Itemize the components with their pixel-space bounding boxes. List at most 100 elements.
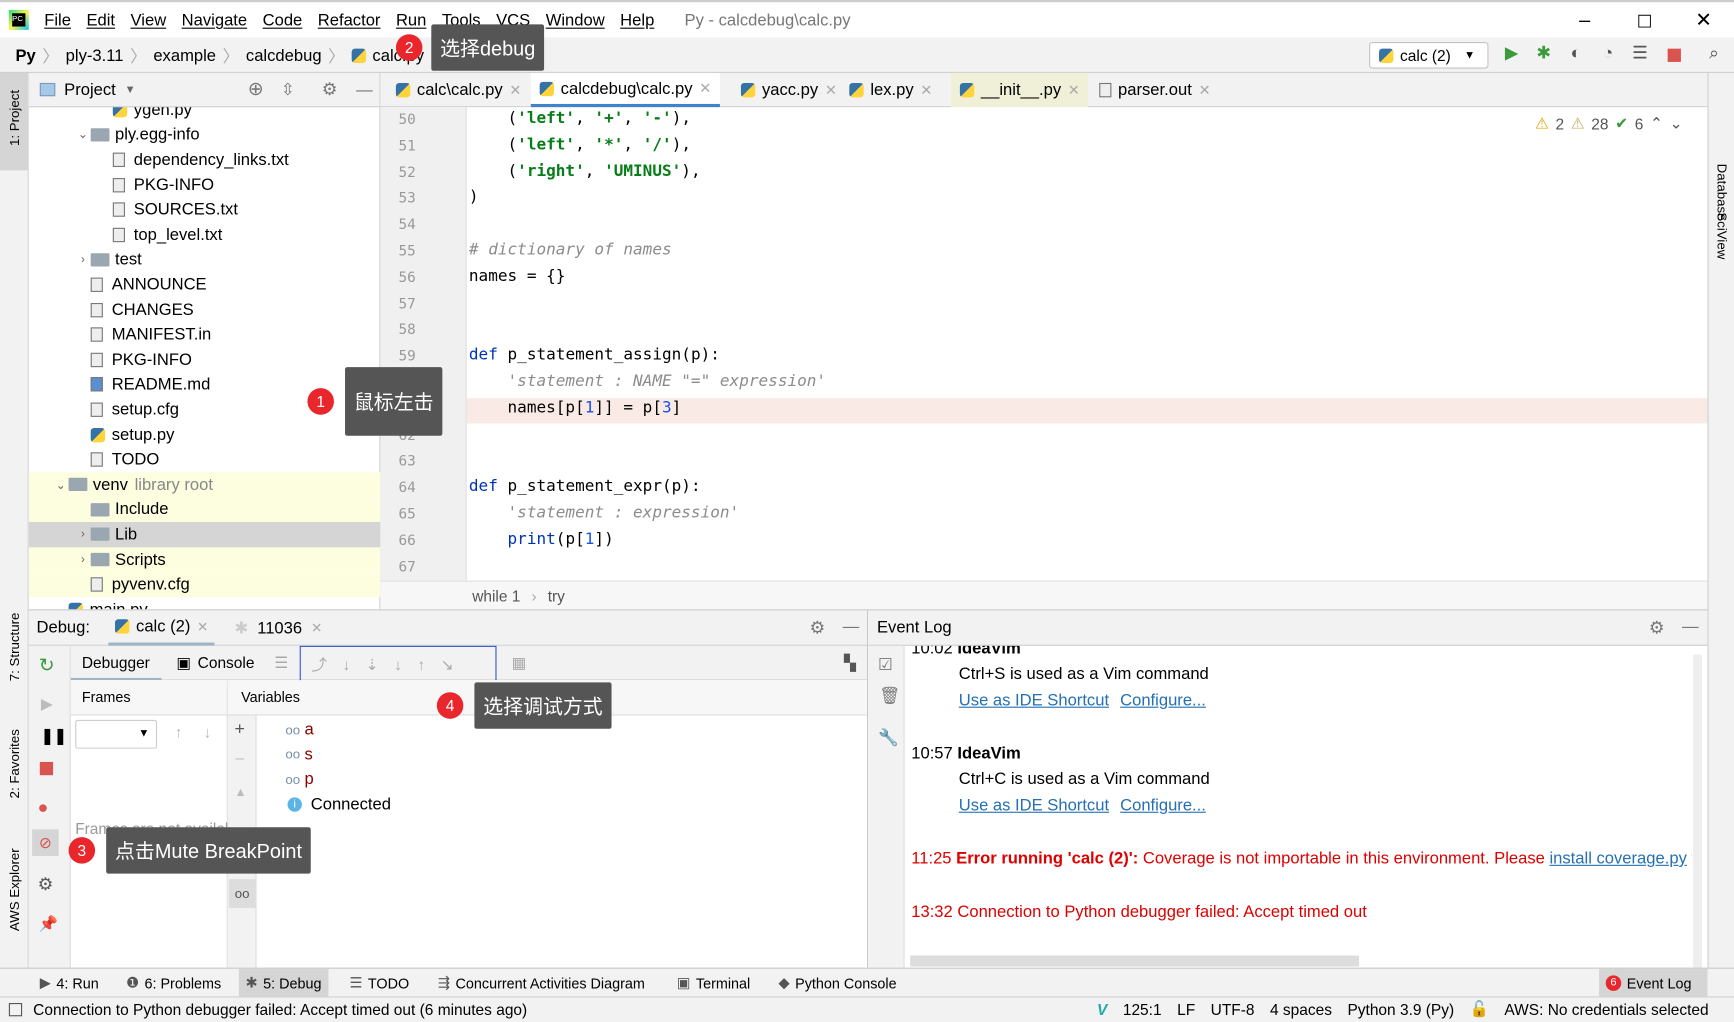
menu-window[interactable]: Window — [546, 11, 605, 30]
sciview-tool-label[interactable]: SciView — [1714, 212, 1729, 259]
code-line[interactable]: names[p[1]] = p[3] — [469, 399, 681, 417]
configure-link[interactable]: Configure... — [1120, 796, 1206, 815]
pin-icon[interactable]: 📌 — [39, 915, 58, 934]
configure-link[interactable]: Configure... — [1120, 691, 1206, 710]
add-watch-icon[interactable]: + — [234, 720, 244, 740]
menu-help[interactable]: Help — [620, 11, 654, 30]
tree-item[interactable]: ANNOUNCE — [29, 272, 381, 297]
variable-item[interactable]: oo a — [285, 720, 313, 739]
horizontal-scrollbar[interactable] — [910, 955, 1360, 967]
close-icon[interactable]: ✕ — [197, 619, 208, 634]
tree-item[interactable]: main.py — [29, 597, 381, 610]
remove-watch-icon[interactable]: – — [236, 749, 245, 767]
trash-icon[interactable]: 🗑 — [879, 686, 900, 706]
menu-icon[interactable]: ☰ — [274, 653, 288, 672]
tree-item[interactable]: dependency_links.txt — [29, 147, 381, 172]
hide-icon[interactable]: — — [1682, 617, 1699, 636]
tree-item[interactable]: SOURCES.txt — [29, 197, 381, 222]
close-button[interactable]: ✕ — [1695, 9, 1712, 32]
tree-item[interactable]: ygen.py — [29, 107, 381, 122]
tool----debug[interactable]: ✱ 5: Debug — [238, 968, 329, 998]
tab-debugger[interactable]: Debugger — [70, 645, 161, 680]
code-line[interactable]: ('left', '*', '/'), — [469, 136, 691, 154]
editor-gutter[interactable]: 505152535455565758596061626364656667 — [380, 107, 467, 581]
gear-icon[interactable]: ⚙ — [1649, 617, 1665, 639]
tree-item[interactable]: Include — [28, 497, 381, 523]
debug-icon[interactable]: ✱ — [1534, 44, 1554, 64]
inspection-widget[interactable]: ⚠ 2 ⚠ 28 ✔ 6 ⌃ ⌄ — [1535, 114, 1683, 133]
code-line[interactable]: 'statement : expression' — [469, 504, 740, 522]
caret-position[interactable]: 125:1 — [1123, 1000, 1162, 1018]
line-separator[interactable]: LF — [1177, 1000, 1195, 1018]
show-execution-point-icon[interactable]: ⤴ — [311, 654, 326, 676]
mark-read-icon[interactable]: ☑ — [878, 655, 893, 675]
hide-icon[interactable]: — — [843, 617, 860, 636]
arrow-down-icon[interactable]: ↓ — [203, 723, 211, 741]
python-interpreter[interactable]: Python 3.9 (Py) — [1347, 1000, 1454, 1018]
tab-calcdebug-calc-py[interactable]: calcdebug\calc.py ✕ — [530, 72, 721, 108]
maximize-button[interactable]: ☐ — [1637, 11, 1653, 33]
tree-item[interactable]: › Lib — [28, 522, 381, 548]
breadcrumb-item[interactable]: example — [153, 46, 216, 65]
code-line[interactable]: ) — [469, 188, 479, 206]
rerun-icon[interactable]: ↻ — [39, 655, 55, 677]
close-icon[interactable]: ✕ — [1068, 81, 1080, 99]
mute-breakpoints-icon[interactable]: ⊘ — [32, 829, 59, 856]
event-log-button[interactable]: 6 Event Log — [1599, 968, 1708, 998]
gear-icon[interactable]: ⚙ — [322, 79, 338, 101]
tree-item[interactable]: CHANGES — [29, 297, 381, 322]
tab-lex-py[interactable]: lex.py ✕ — [840, 73, 941, 107]
code-editor[interactable]: 505152535455565758596061626364656667 ⚠2 … — [380, 107, 1708, 581]
step-into-my-code-icon[interactable]: ⇣ — [366, 655, 379, 674]
watches-glasses-icon[interactable]: oo — [228, 879, 256, 908]
tool-terminal[interactable]: ▣ Terminal — [670, 969, 757, 998]
code-line[interactable]: def p_statement_assign(p): — [469, 346, 720, 364]
file-encoding[interactable]: UTF-8 — [1211, 1000, 1255, 1018]
locate-icon[interactable]: ⊕ — [248, 79, 264, 101]
chevron-right-icon[interactable]: › — [75, 253, 90, 266]
close-icon[interactable]: ✕ — [1198, 81, 1210, 99]
project-tool-label[interactable]: 1: Project — [7, 90, 22, 146]
gear-icon[interactable]: ⚙ — [809, 617, 825, 639]
tree-item[interactable]: ⌄ venv library root — [28, 472, 381, 498]
status-toggle-icon[interactable] — [8, 1003, 23, 1017]
stop-icon[interactable] — [1667, 48, 1681, 62]
close-icon[interactable]: ✕ — [509, 81, 521, 99]
use-as-ide-shortcut-link[interactable]: Use as IDE Shortcut — [959, 691, 1109, 710]
menu-code[interactable]: Code — [263, 11, 303, 30]
profile-icon[interactable]: ◔ — [1598, 44, 1618, 64]
use-as-ide-shortcut-link[interactable]: Use as IDE Shortcut — [959, 796, 1109, 815]
code-line[interactable]: def p_statement_expr(p): — [469, 478, 701, 496]
crumb-try[interactable]: try — [548, 587, 565, 605]
menu-file[interactable]: File — [44, 11, 71, 30]
concurrency-icon[interactable]: ☰ — [1630, 44, 1650, 64]
menu-refactor[interactable]: Refactor — [318, 11, 381, 30]
step-over-icon[interactable]: ↓ — [342, 656, 350, 674]
indent-setting[interactable]: 4 spaces — [1270, 1000, 1332, 1018]
favorites-tool-label[interactable]: 2: Favorites — [7, 729, 22, 798]
thread-select[interactable]: ▼ — [75, 719, 158, 749]
structure-tool-label[interactable]: 7: Structure — [7, 613, 22, 682]
chevron-down-icon[interactable]: ⌄ — [53, 478, 68, 492]
close-icon[interactable]: ✕ — [920, 81, 932, 99]
wrench-icon[interactable]: 🔧 — [878, 728, 899, 748]
variable-item[interactable]: oo s — [285, 745, 312, 764]
evaluate-expression-icon[interactable]: ▦ — [512, 653, 527, 672]
crumb-while[interactable]: while 1 — [472, 587, 520, 605]
chevron-up-icon[interactable]: ⌃ — [1650, 114, 1663, 133]
close-icon[interactable]: ✕ — [699, 80, 711, 98]
code-line[interactable]: names = {} — [469, 267, 566, 285]
tree-item[interactable]: top_level.txt — [29, 222, 381, 247]
menu-navigate[interactable]: Navigate — [182, 11, 247, 30]
tab-calc-calc-py[interactable]: calc\calc.py ✕ — [387, 73, 530, 107]
search-icon[interactable]: ⌕ — [1704, 44, 1724, 64]
close-icon[interactable]: ✕ — [825, 81, 837, 99]
tool-python-console[interactable]: ◆ Python Console — [772, 969, 903, 998]
collapse-all-icon[interactable]: ⇳ — [281, 80, 295, 100]
arrow-up-icon[interactable]: ↑ — [175, 723, 183, 741]
debug-tab-calc[interactable]: calc (2) ✕ — [108, 610, 215, 646]
pause-icon[interactable]: ❚❚ — [41, 727, 67, 746]
breadcrumb-item[interactable]: calcdebug — [246, 46, 322, 65]
code-line[interactable]: ('right', 'UMINUS'), — [469, 162, 700, 180]
chevron-right-icon[interactable]: › — [75, 553, 90, 566]
